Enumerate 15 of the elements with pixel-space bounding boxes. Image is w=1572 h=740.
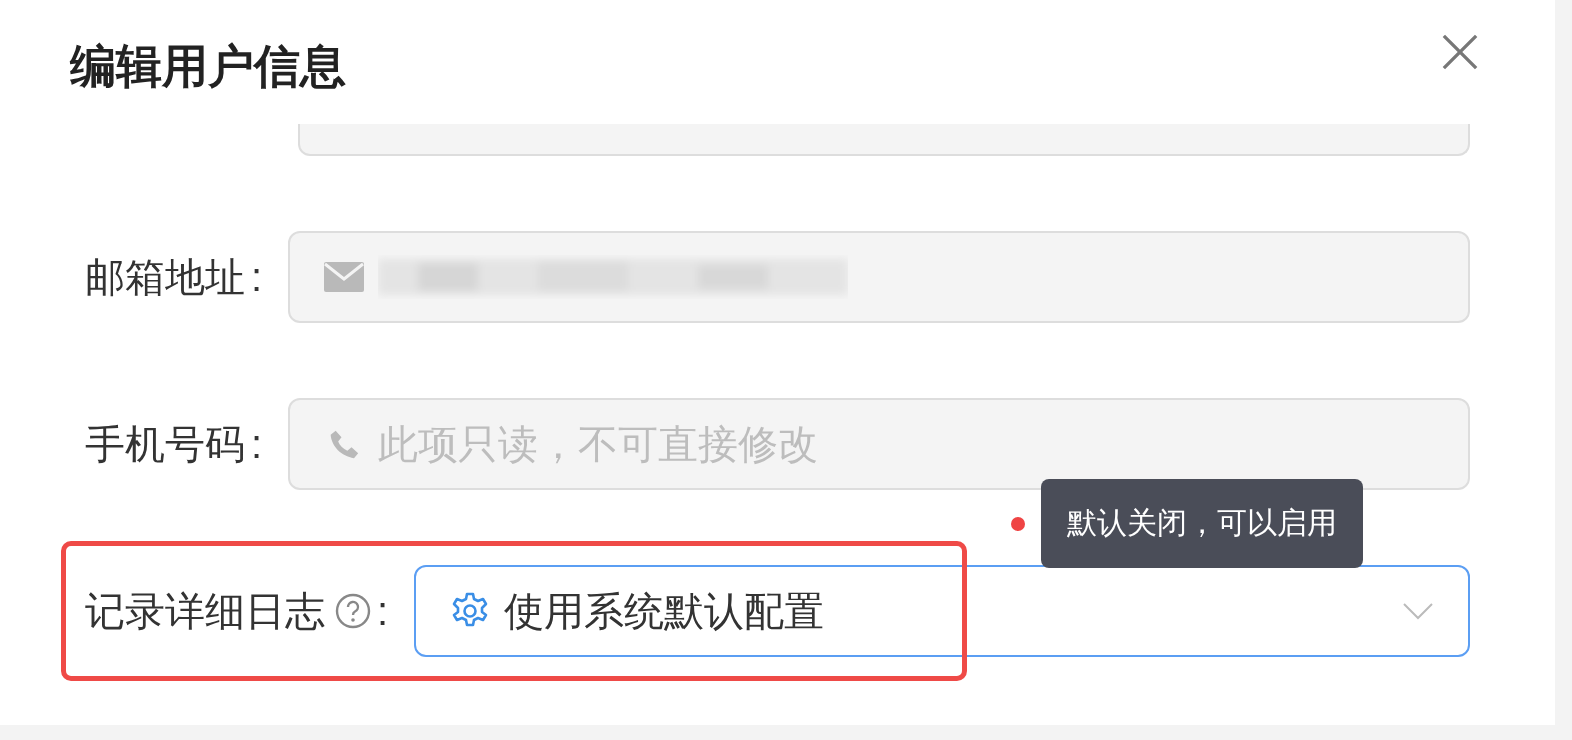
select-value: 使用系统默认配置 (504, 587, 826, 635)
label-colon: : (251, 254, 263, 300)
help-icon[interactable] (335, 593, 371, 629)
label-colon: : (251, 421, 263, 467)
select-field[interactable]: 使用系统默认配置 (414, 565, 1470, 657)
close-icon[interactable] (1441, 33, 1479, 71)
field-label: 记录详细日志 (85, 587, 325, 635)
tooltip: 默认关闭，可以启用 (1041, 479, 1363, 568)
label-colon: : (377, 588, 389, 634)
pointer-dot (1011, 516, 1025, 531)
dialog-title: 编辑用户信息 (70, 39, 346, 94)
field-label: 手机号码 (85, 420, 245, 468)
field-label: 邮箱地址 (85, 253, 245, 301)
mail-icon (324, 262, 365, 292)
chevron-down-icon (1402, 602, 1434, 620)
